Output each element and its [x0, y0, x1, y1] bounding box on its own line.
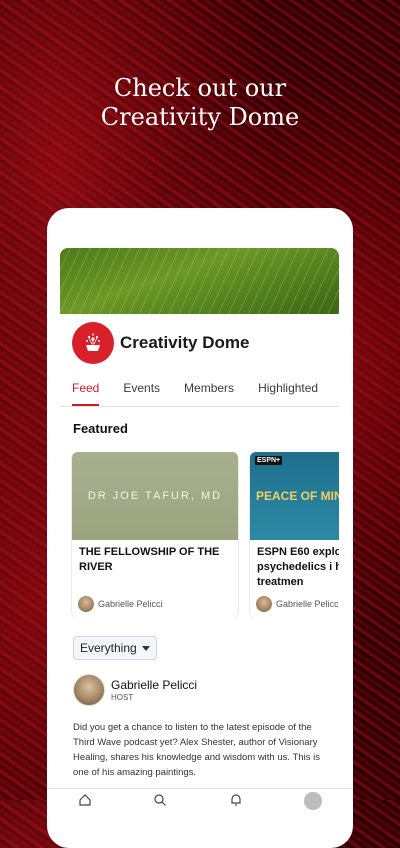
card-image-text: DR JOE TAFUR, MD — [87, 490, 223, 502]
card-author-name: Gabrielle Pelicci — [276, 599, 339, 609]
search-icon[interactable] — [153, 793, 167, 807]
avatar[interactable] — [73, 674, 105, 706]
featured-card[interactable]: ESPN+ PEACE OF MIN ESPN E60 explo of psy… — [250, 452, 339, 618]
filter-selected-value: Everything — [80, 641, 137, 655]
post-body: Did you get a chance to listen to the la… — [73, 722, 320, 778]
headline-line-2: Creativity Dome — [100, 103, 300, 131]
card-image: DR JOE TAFUR, MD — [72, 452, 238, 540]
creativity-logo-icon — [72, 322, 114, 364]
post-meta: Gabrielle Pelicci HOST — [111, 678, 197, 702]
featured-carousel[interactable]: DR JOE TAFUR, MD THE FELLOWSHIP OF THE R… — [60, 452, 339, 618]
group-name: Creativity Dome — [120, 333, 250, 352]
poster-role: HOST — [111, 693, 134, 702]
card-title: THE FELLOWSHIP OF THE RIVER — [79, 546, 220, 573]
featured-heading: Featured — [73, 421, 128, 436]
caret-down-icon — [141, 645, 150, 651]
card-title: ESPN E60 explo of psychedelics i health … — [257, 546, 339, 588]
notifications-icon[interactable] — [229, 793, 243, 807]
avatar — [78, 596, 94, 612]
app-screen: Creativity Dome Feed Events Members High… — [60, 248, 339, 780]
tab-highlighted[interactable]: Highlighted — [246, 372, 330, 406]
group-tabs: Feed Events Members Highlighted — [60, 372, 339, 407]
home-icon[interactable] — [78, 793, 92, 807]
card-image: ESPN+ PEACE OF MIN — [250, 452, 339, 540]
avatar — [256, 596, 272, 612]
card-author: Gabrielle Pelicci — [78, 596, 163, 612]
feed-filter-dropdown[interactable]: Everything — [73, 636, 157, 660]
profile-avatar[interactable] — [304, 792, 323, 810]
phone-frame: Creativity Dome Feed Events Members High… — [47, 208, 353, 848]
card-author: Gabrielle Pelicci — [256, 596, 339, 612]
bottom-navigation — [47, 788, 353, 819]
tab-feed[interactable]: Feed — [60, 372, 111, 406]
card-author-name: Gabrielle Pelicci — [98, 599, 163, 609]
post-header: Gabrielle Pelicci HOST — [73, 674, 339, 706]
poster-name[interactable]: Gabrielle Pelicci — [111, 678, 197, 692]
tab-members[interactable]: Members — [172, 372, 246, 406]
espn-badge: ESPN+ — [255, 456, 283, 465]
card-image-text: PEACE OF MIN — [256, 489, 339, 503]
featured-card[interactable]: DR JOE TAFUR, MD THE FELLOWSHIP OF THE R… — [72, 452, 238, 618]
group-header: Creativity Dome — [60, 314, 339, 372]
group-banner-image — [60, 248, 339, 314]
headline-line-1: Check out our — [113, 74, 287, 102]
promo-headline: Check out our Creativity Dome — [0, 74, 400, 132]
tab-events[interactable]: Events — [111, 372, 172, 406]
